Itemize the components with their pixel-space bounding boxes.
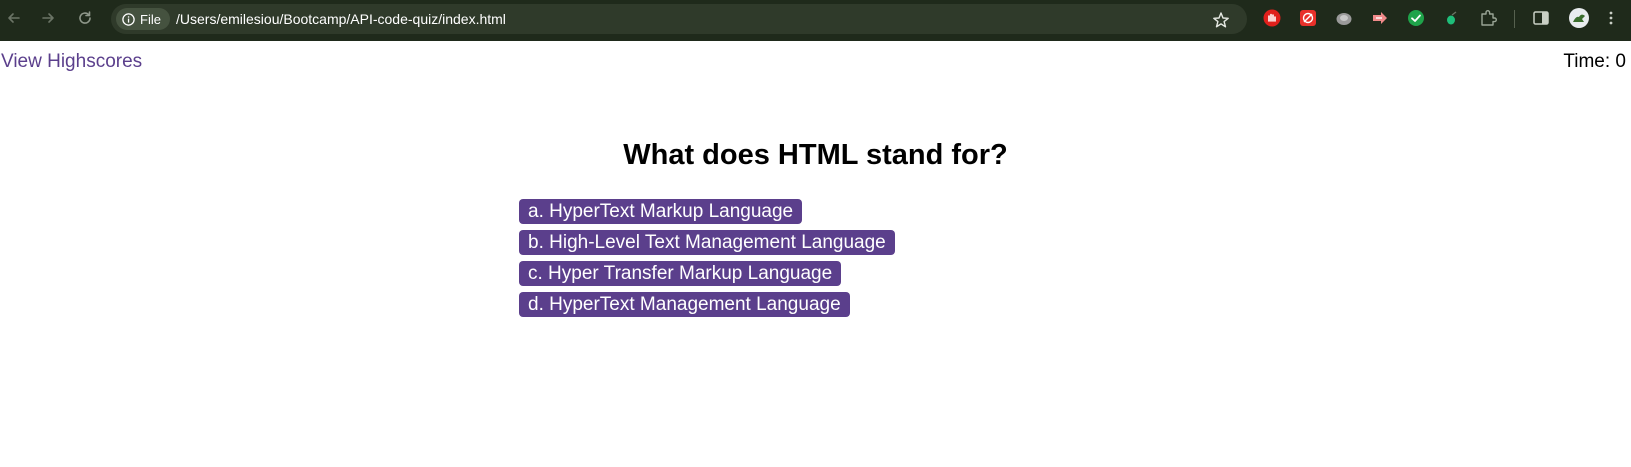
star-icon[interactable] xyxy=(1211,11,1231,29)
site-chip-label: File xyxy=(140,11,161,27)
puzzle-extensions-icon[interactable] xyxy=(1479,9,1497,27)
info-icon xyxy=(122,12,135,26)
reload-icon[interactable] xyxy=(74,7,96,29)
side-panel-icon[interactable] xyxy=(1532,9,1550,27)
view-highscores-link[interactable]: View Highscores xyxy=(1,51,142,73)
red-grid-extension-icon[interactable] xyxy=(1299,9,1317,27)
page-content: View Highscores Time: 0 What does HTML s… xyxy=(0,41,1631,467)
toolbar-divider xyxy=(1514,10,1515,28)
address-bar[interactable]: File /Users/emilesiou/Bootcamp/API-code-… xyxy=(111,4,1247,34)
red-hand-extension-icon[interactable] xyxy=(1263,9,1281,27)
green-check-extension-icon[interactable] xyxy=(1407,9,1425,27)
browser-toolbar: File /Users/emilesiou/Bootcamp/API-code-… xyxy=(0,0,1631,41)
question-title: What does HTML stand for? xyxy=(623,139,1008,171)
answer-list: a. HyperText Markup Language b. High-Lev… xyxy=(519,199,895,317)
answer-button-d[interactable]: d. HyperText Management Language xyxy=(519,292,850,317)
back-arrow-icon[interactable] xyxy=(3,7,25,29)
answer-button-a[interactable]: a. HyperText Markup Language xyxy=(519,199,803,224)
gray-shell-extension-icon[interactable] xyxy=(1335,9,1353,27)
pink-arrow-extension-icon[interactable] xyxy=(1371,9,1389,27)
kebab-menu-icon[interactable] xyxy=(1602,9,1620,27)
answer-button-c[interactable]: c. Hyper Transfer Markup Language xyxy=(519,261,842,286)
site-info-chip[interactable]: File xyxy=(116,8,170,30)
timer: Time: 0 xyxy=(1563,51,1626,72)
teal-leaf-extension-icon[interactable] xyxy=(1443,9,1461,27)
answer-button-b[interactable]: b. High-Level Text Management Language xyxy=(519,230,895,255)
profile-avatar-icon[interactable] xyxy=(1568,7,1590,29)
url-text[interactable]: /Users/emilesiou/Bootcamp/API-code-quiz/… xyxy=(176,11,506,27)
forward-arrow-icon[interactable] xyxy=(37,7,59,29)
